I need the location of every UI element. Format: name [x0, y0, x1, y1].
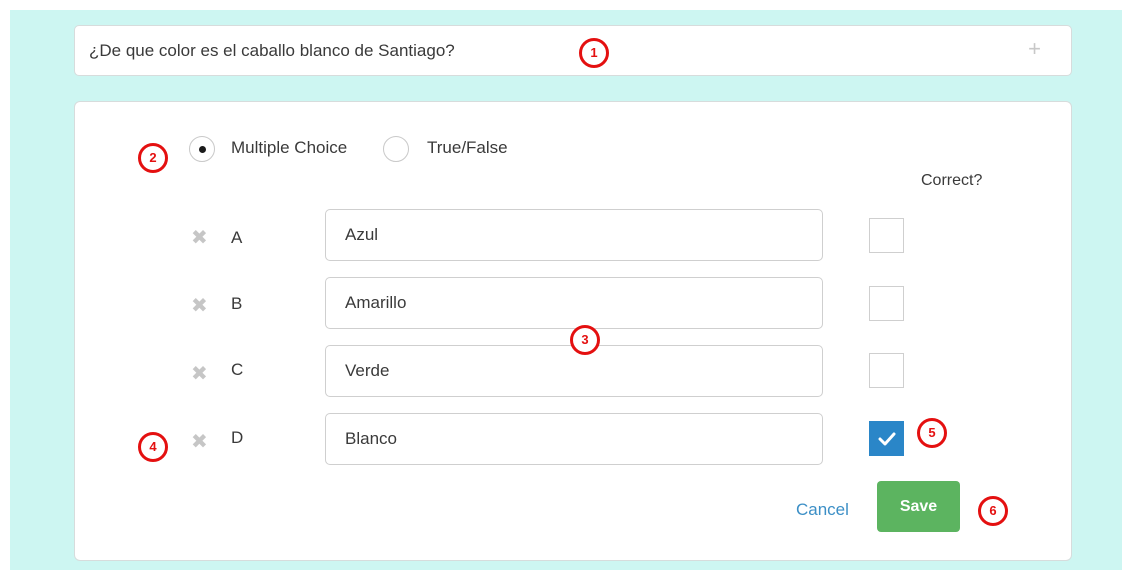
annotation-marker-1: 1: [579, 38, 609, 68]
correct-checkbox-c[interactable]: [869, 353, 904, 388]
radio-true-false[interactable]: [383, 136, 409, 162]
question-text[interactable]: ¿De que color es el caballo blanco de Sa…: [89, 41, 455, 61]
answer-c-input[interactable]: [325, 345, 823, 397]
answer-b-input[interactable]: [325, 277, 823, 329]
radio-selected-dot: [199, 146, 206, 153]
annotation-marker-2: 2: [138, 143, 168, 173]
remove-answer-d-icon[interactable]: ✖: [191, 432, 208, 452]
radio-label-true-false[interactable]: True/False: [427, 138, 508, 158]
remove-answer-a-icon[interactable]: ✖: [191, 228, 208, 248]
answer-letter-a: A: [231, 228, 243, 247]
correct-checkbox-b[interactable]: [869, 286, 904, 321]
correct-checkbox-d[interactable]: [869, 421, 904, 456]
radio-multiple-choice[interactable]: [189, 136, 215, 162]
annotation-marker-5: 5: [917, 418, 947, 448]
annotation-marker-6: 6: [978, 496, 1008, 526]
plus-icon[interactable]: +: [1028, 38, 1041, 60]
answer-d-input[interactable]: [325, 413, 823, 465]
correct-column-header: Correct?: [921, 172, 983, 189]
remove-answer-c-icon[interactable]: ✖: [191, 364, 208, 384]
correct-checkbox-a[interactable]: [869, 218, 904, 253]
answer-letter-c: C: [231, 360, 244, 379]
answer-letter-d: D: [231, 428, 244, 447]
save-button[interactable]: Save: [877, 481, 960, 532]
question-bar[interactable]: ¿De que color es el caballo blanco de Sa…: [74, 25, 1072, 76]
cancel-link[interactable]: Cancel: [796, 500, 849, 520]
radio-label-multiple-choice[interactable]: Multiple Choice: [231, 138, 347, 158]
annotation-marker-3: 3: [570, 325, 600, 355]
annotation-marker-4: 4: [138, 432, 168, 462]
checkmark-icon: [878, 432, 896, 446]
remove-answer-b-icon[interactable]: ✖: [191, 296, 208, 316]
answer-letter-b: B: [231, 294, 243, 313]
answer-a-input[interactable]: [325, 209, 823, 261]
